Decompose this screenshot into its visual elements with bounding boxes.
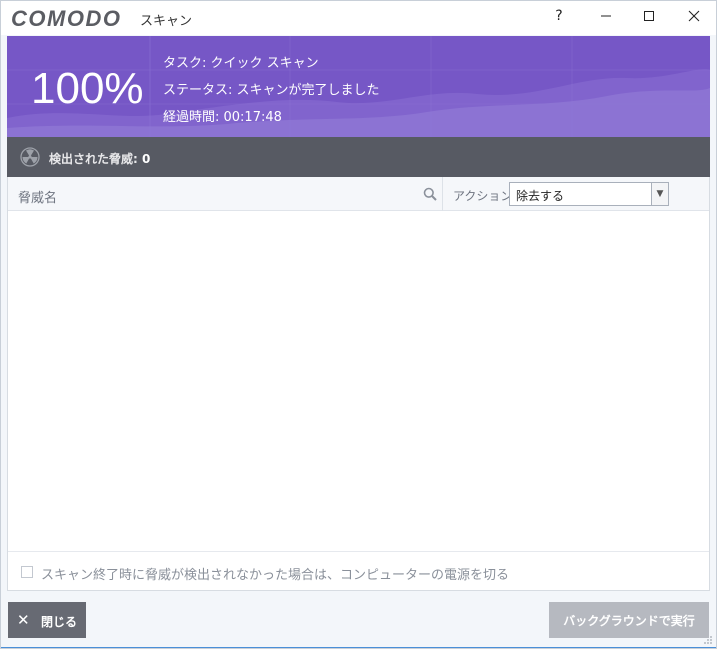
run-in-background-button[interactable]: バックグラウンドで実行: [549, 602, 709, 638]
comodo-logo: COMODO: [11, 6, 122, 31]
close-button[interactable]: ✕ 閉じる: [8, 602, 86, 638]
column-threat-name[interactable]: 脅威名: [18, 187, 57, 206]
window-close-button[interactable]: [671, 1, 717, 31]
search-icon[interactable]: [423, 187, 437, 201]
scan-window: COMODO スキャン ? 100% タスク: クイック スキャン ステータス:…: [0, 0, 717, 649]
window-bottom-border: [1, 647, 716, 648]
table-header: 脅威名 アクション 除去する ▼: [8, 177, 709, 211]
help-button[interactable]: ?: [536, 1, 582, 31]
minimize-button[interactable]: [583, 1, 629, 31]
threats-table: 脅威名 アクション 除去する ▼ スキャン終了時に脅威が検出されなかった場合は、…: [7, 177, 710, 591]
scan-task: タスク: クイック スキャン: [163, 56, 319, 71]
window-title: スキャン: [140, 14, 193, 29]
threats-list: [8, 211, 709, 551]
threat-count: 0: [142, 152, 151, 166]
action-select[interactable]: 除去する ▼: [509, 182, 669, 206]
close-icon: ✕: [17, 611, 30, 629]
chevron-down-icon[interactable]: ▼: [651, 183, 668, 205]
shutdown-checkbox[interactable]: [21, 566, 33, 578]
scan-percent: 100%: [31, 64, 144, 113]
radiation-icon: [20, 147, 40, 167]
action-select-value: 除去する: [516, 189, 565, 203]
title-bar[interactable]: COMODO スキャン ?: [1, 1, 716, 35]
scan-progress-header: 100% タスク: クイック スキャン ステータス: スキャンが完了しました 経…: [7, 36, 710, 137]
scan-elapsed: 経過時間: 00:17:48: [163, 110, 282, 125]
threats-summary-bar: 検出された脅威: 0: [7, 137, 710, 177]
resize-grip-icon[interactable]: [703, 635, 713, 645]
minimize-icon: [601, 15, 611, 17]
close-button-label: 閉じる: [41, 615, 78, 629]
divider: [8, 551, 709, 552]
close-window-icon: [688, 10, 700, 22]
maximize-button[interactable]: [626, 1, 672, 31]
column-divider: [442, 177, 443, 211]
maximize-icon: [644, 11, 654, 21]
scan-status: ステータス: スキャンが完了しました: [163, 83, 380, 98]
shutdown-checkbox-label[interactable]: スキャン終了時に脅威が検出されなかった場合は、コンピューターの電源を切る: [41, 564, 509, 583]
threat-count-label: 検出された脅威: 0: [49, 150, 150, 167]
threat-label-text: 検出された脅威:: [49, 152, 138, 166]
column-action: アクション: [453, 189, 513, 203]
